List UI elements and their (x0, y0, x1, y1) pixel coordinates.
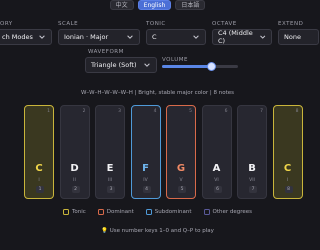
key-roman-numeral: I (286, 178, 289, 183)
legend-label: Other degrees (212, 209, 253, 215)
waveform-label: WAVEFORM (88, 49, 124, 55)
volume-slider-thumb[interactable] (206, 62, 216, 71)
scale-key-4[interactable]: 4 F IV 4 (130, 105, 161, 199)
scale-key-8[interactable]: 8 CI 8 (272, 105, 303, 199)
category-select[interactable]: ch Modes (0, 29, 52, 45)
chevron-down-icon (193, 35, 199, 39)
key-shortcut-badge: 4 (142, 186, 151, 193)
waveform-select[interactable]: Triangle (Soft) (85, 57, 157, 73)
key-roman-numeral: II (73, 178, 76, 183)
key-shortcut-badge: 6 (213, 186, 222, 193)
language-switcher: 中文 English 日本語 (0, 0, 315, 12)
category-value: ch Modes (2, 33, 33, 41)
key-note: F (142, 163, 149, 174)
chevron-down-icon (144, 63, 150, 67)
key-note: B (248, 163, 256, 174)
tonic-label: TONIC (146, 21, 166, 27)
legend-item-subdominant: Subdominant (145, 209, 192, 215)
chevron-down-icon (127, 35, 133, 39)
tonic-swatch (62, 209, 69, 215)
volume-slider-fill (162, 65, 212, 68)
lang-japanese-button[interactable]: 日本語 (175, 0, 206, 10)
key-degree: 4 (153, 109, 157, 114)
key-shortcut-badge: 2 (71, 186, 80, 193)
chevron-down-icon (259, 35, 265, 39)
key-degree: 8 (295, 109, 299, 114)
scale-key-6[interactable]: 6 A VI 6 (201, 105, 232, 199)
key-shortcut-badge: 7 (249, 186, 257, 193)
key-roman-numeral: VII (249, 178, 255, 183)
scale-key-3[interactable]: 3 E III 3 (95, 105, 125, 199)
volume-label: VOLUME (162, 57, 189, 63)
legend: Tonic Dominant Subdominant Other degrees (0, 209, 315, 215)
key-degree: 3 (118, 109, 121, 114)
category-label: ORY (0, 21, 13, 27)
scale-key-2[interactable]: 2 D II 2 (59, 105, 90, 199)
lang-chinese-button[interactable]: 中文 (109, 0, 134, 10)
octave-select[interactable]: C4 (Middle C) (212, 29, 272, 45)
key-note: C (283, 163, 292, 174)
keyboard-hint: 💡 Use number keys 1–0 and Q–P to play (0, 228, 315, 234)
extend-select[interactable]: None (278, 29, 319, 45)
scale-key-7[interactable]: 7 B VII 7 (237, 105, 267, 199)
scale-key-1[interactable]: 1 CI 1 (24, 105, 54, 199)
legend-item-dominant: Dominant (97, 209, 134, 215)
key-note: A (212, 163, 221, 174)
key-degree: 5 (189, 109, 192, 114)
key-note: C (35, 163, 43, 174)
scale-key-5[interactable]: 5 GV 5 (166, 105, 196, 199)
dominant-swatch (97, 209, 104, 215)
key-note: G (176, 163, 186, 174)
octave-label: OCTAVE (212, 21, 237, 27)
tonic-select[interactable]: C (146, 29, 206, 45)
extend-value: None (284, 33, 301, 41)
key-shortcut-badge: 5 (178, 186, 186, 193)
scale-select[interactable]: Ionian · Major (58, 29, 140, 45)
key-shortcut-badge: 1 (36, 186, 44, 193)
waveform-value: Triangle (Soft) (91, 61, 137, 69)
key-degree: 6 (224, 109, 228, 114)
key-shortcut-badge: 3 (107, 186, 115, 193)
extend-label: EXTEND (278, 21, 304, 27)
legend-label: Subdominant (154, 209, 192, 215)
legend-label: Tonic (71, 209, 86, 215)
scale-value: Ionian · Major (64, 33, 109, 41)
key-note: E (106, 163, 114, 174)
key-degree: 1 (47, 109, 50, 114)
lang-english-button[interactable]: English (137, 0, 172, 10)
lightbulb-icon: 💡 (101, 228, 108, 234)
scale-info: W–W–H–W–W–W–H | Bright, stable major col… (80, 90, 235, 96)
key-note: D (70, 163, 79, 174)
hint-text: Use number keys 1–0 and Q–P to play (109, 228, 214, 234)
key-roman-numeral: I (38, 178, 40, 183)
key-degree: 2 (82, 109, 86, 114)
volume-slider[interactable] (162, 62, 238, 71)
legend-label: Dominant (106, 209, 134, 215)
octave-value: C4 (Middle C) (218, 29, 253, 45)
key-roman-numeral: V (179, 178, 183, 183)
legend-item-tonic: Tonic (62, 209, 86, 215)
key-roman-numeral: IV (143, 178, 148, 183)
key-shortcut-badge: 8 (284, 186, 293, 193)
key-roman-numeral: VI (214, 178, 219, 183)
chevron-down-icon (39, 35, 45, 39)
key-roman-numeral: III (108, 178, 112, 183)
legend-item-other: Other degrees (203, 209, 253, 215)
other-swatch (203, 209, 210, 215)
key-degree: 7 (260, 109, 263, 114)
tonic-value: C (152, 33, 157, 41)
subdominant-swatch (145, 209, 152, 215)
scale-label: SCALE (58, 21, 79, 27)
